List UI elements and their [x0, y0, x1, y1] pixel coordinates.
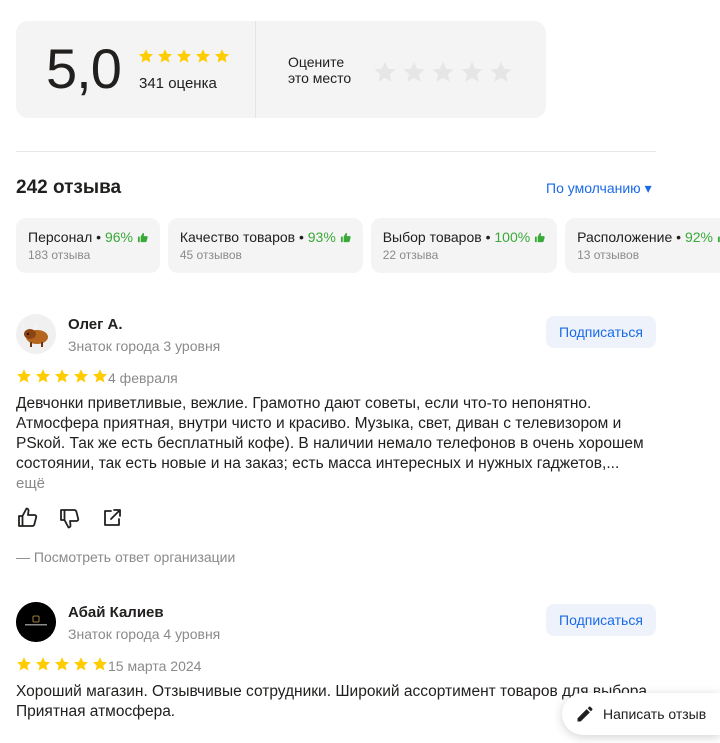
section-divider: [16, 151, 656, 152]
aspect-count: 183 отзыва: [28, 248, 91, 262]
aspect-count: 22 отзыва: [382, 248, 439, 262]
rate-prompt: Оцените это место: [288, 54, 351, 86]
thumbs-up-icon: [340, 232, 351, 243]
author-name[interactable]: Абай Калиев: [68, 604, 164, 621]
star-icon: [215, 49, 229, 63]
aspect-chip-quality[interactable]: Качество товаров • 93% 45 отзывов: [167, 218, 363, 273]
empty-star-icon[interactable]: [489, 60, 513, 84]
write-review-button[interactable]: Написать отзыв: [562, 693, 720, 735]
aspect-name: Персонал: [28, 229, 93, 245]
star-icon: [93, 369, 107, 383]
thumbs-up-icon: [534, 232, 545, 243]
star-icon: [177, 49, 191, 63]
aspect-percent: 93%: [307, 229, 336, 245]
view-org-reply-link[interactable]: — Посмотреть ответ организации: [16, 549, 235, 565]
review-body: Девчонки приветливые, вежлие. Грамотно д…: [16, 395, 644, 472]
reviews-count-title: 242 отзыва: [16, 177, 122, 198]
rate-prompt-line1: Оцените: [288, 54, 345, 70]
aspect-count: 45 отзывов: [179, 248, 242, 262]
star-icon: [17, 369, 31, 383]
pencil-icon: [577, 706, 593, 722]
average-stars: [138, 48, 233, 66]
aspect-chip-location[interactable]: Расположение • 92% 13 отзывов: [565, 218, 720, 273]
review-text: Девчонки приветливые, вежлие. Грамотно д…: [16, 394, 656, 494]
aspect-count: 13 отзывов: [577, 248, 640, 262]
yak-icon: [22, 322, 48, 347]
thumbs-up-icon: [137, 232, 148, 243]
star-icon: [196, 49, 210, 63]
aspect-percent: 100%: [494, 229, 531, 245]
empty-star-icon[interactable]: [373, 60, 397, 84]
star-icon: [55, 369, 69, 383]
aspect-percent: 96%: [104, 229, 133, 245]
star-icon: [74, 657, 88, 671]
aspect-chip-staff[interactable]: Персонал • 96% 183 отзыва: [16, 218, 160, 273]
star-icon: [74, 369, 88, 383]
read-more-link[interactable]: ещё: [16, 475, 45, 492]
aspect-percent: 92%: [684, 229, 713, 245]
aspect-name: Выбор товаров: [382, 229, 482, 245]
star-icon: [17, 657, 31, 671]
review-line: Приятная атмосфера.: [16, 703, 176, 720]
review-stars: [16, 368, 111, 386]
star-icon: [139, 49, 153, 63]
review-text: Хороший магазин. Отзывчивые сотрудники. …: [16, 682, 656, 722]
average-score: 5,0: [46, 37, 122, 100]
black-logo-avatar: [16, 602, 56, 642]
avatar[interactable]: [16, 314, 56, 354]
empty-star-icon[interactable]: [460, 60, 484, 84]
star-icon: [36, 657, 50, 671]
subscribe-button[interactable]: Подписаться: [546, 316, 656, 348]
rating-summary-card: 5,0 341 оценка Оцените это место: [16, 21, 546, 118]
star-icon: [158, 49, 172, 63]
review-date: 4 февраля: [108, 370, 178, 386]
rate-stars[interactable]: [373, 60, 518, 84]
star-icon: [36, 369, 50, 383]
aspect-name: Качество товаров: [179, 229, 296, 245]
review-stars: [16, 656, 111, 674]
author-name[interactable]: Олег А.: [68, 316, 123, 333]
author-level: Знаток города 4 уровня: [68, 626, 221, 642]
ratings-count: 341 оценка: [139, 75, 217, 92]
avatar[interactable]: [16, 602, 56, 642]
empty-star-icon[interactable]: [431, 60, 455, 84]
review-line: Хороший магазин. Отзывчивые сотрудники. …: [16, 683, 652, 700]
aspect-chip-selection[interactable]: Выбор товаров • 100% 22 отзыва: [370, 218, 558, 273]
author-level: Знаток города 3 уровня: [68, 338, 221, 354]
sort-dropdown[interactable]: По умолчанию ▾: [546, 180, 652, 197]
rate-prompt-line2: это место: [288, 70, 352, 86]
subscribe-button[interactable]: Подписаться: [546, 604, 656, 636]
thumbs-down-icon[interactable]: [58, 506, 82, 530]
star-icon: [55, 657, 69, 671]
aspect-filters: Персонал • 96% 183 отзыва Качество товар…: [16, 218, 720, 274]
thumbs-up-icon[interactable]: [16, 506, 40, 530]
card-divider: [255, 21, 256, 118]
empty-star-icon[interactable]: [402, 60, 426, 84]
review-date: 15 марта 2024: [108, 658, 202, 674]
share-icon[interactable]: [100, 506, 124, 530]
star-icon: [93, 657, 107, 671]
write-review-label: Написать отзыв: [603, 706, 707, 722]
review-actions: [16, 506, 142, 535]
aspect-name: Расположение: [577, 229, 673, 245]
